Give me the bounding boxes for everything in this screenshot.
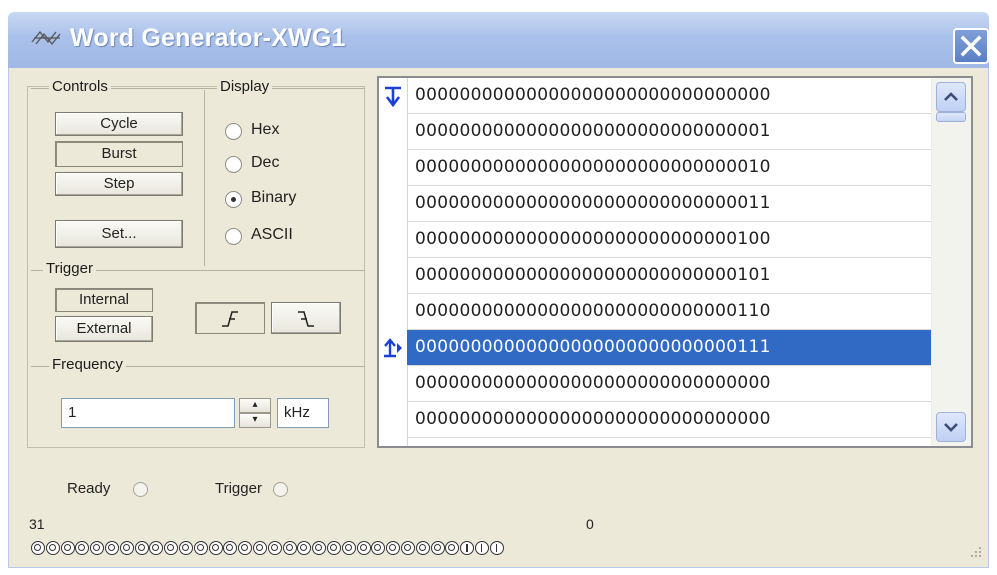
trigger-indicator [273, 482, 288, 497]
step-button[interactable]: Step [55, 172, 183, 196]
word-row-0[interactable]: 00000000000000000000000000000000 [407, 78, 931, 114]
display-legend: Display [217, 78, 273, 95]
close-button[interactable] [953, 28, 989, 64]
controls-legend: Controls [49, 78, 111, 95]
word-row-1[interactable]: 00000000000000000000000000000001 [407, 114, 931, 150]
rising-edge-button[interactable] [195, 302, 265, 334]
spin-down-arrow-icon[interactable]: ▾ [239, 413, 271, 428]
scroll-up-button[interactable] [936, 82, 966, 112]
hex-radio[interactable] [225, 123, 242, 140]
bit-0-label: 0 [586, 516, 594, 532]
internal-trigger-button[interactable]: Internal [55, 288, 153, 312]
window-client: Controls Cycle Burst Step Set... Display… [8, 68, 989, 568]
trigger-legend: Trigger [43, 260, 96, 277]
bit-indicator-2 [460, 541, 475, 555]
set-button[interactable]: Set... [55, 220, 183, 248]
scroll-down-arrow-icon [944, 423, 958, 432]
frequency-input[interactable]: 1 [61, 398, 235, 428]
final-position-marker-icon [384, 338, 402, 358]
binary-label: Binary [251, 189, 297, 206]
word-row-9[interactable]: 00000000000000000000000000000000 [407, 402, 931, 438]
scroll-thumb[interactable] [936, 112, 966, 122]
ready-label: Ready [67, 480, 111, 497]
bit-indicator-7 [386, 541, 401, 555]
bit-indicator-31 [31, 541, 45, 555]
frequency-spinner[interactable]: ▴ ▾ [239, 398, 271, 428]
dec-radio[interactable] [225, 156, 242, 173]
falling-edge-icon [298, 311, 314, 327]
burst-button[interactable]: Burst [55, 141, 183, 167]
word-row-2[interactable]: 00000000000000000000000000000010 [407, 150, 931, 186]
bit-indicator-17 [238, 541, 253, 555]
frequency-legend: Frequency [49, 356, 126, 373]
bit-indicator-29 [60, 541, 75, 555]
binary-radio[interactable] [225, 191, 242, 208]
bit-indicator-19 [208, 541, 223, 555]
bit-indicator-21 [178, 541, 193, 555]
ascii-label: ASCII [251, 226, 293, 243]
bit-indicator-26 [104, 541, 119, 555]
bit-indicator-25 [119, 541, 134, 555]
word-row-3[interactable]: 00000000000000000000000000000011 [407, 186, 931, 222]
bit-indicator-30 [45, 541, 60, 555]
word-row-6[interactable]: 00000000000000000000000000000110 [407, 294, 931, 330]
bit-indicator-16 [252, 541, 267, 555]
word-generator-window: Word Generator-XWG1 Controls Cycle Burst… [0, 0, 997, 575]
ready-indicator [133, 482, 148, 497]
dec-label: Dec [251, 154, 280, 171]
bit-indicators [31, 541, 505, 557]
bit-indicator-1 [474, 541, 489, 555]
word-row-4[interactable]: 00000000000000000000000000000100 [407, 222, 931, 258]
cycle-button[interactable]: Cycle [55, 112, 183, 136]
scroll-down-button[interactable] [936, 412, 966, 442]
vertical-scrollbar[interactable] [931, 78, 971, 446]
word-list[interactable]: 00000000000000000000000000000000 0000000… [377, 76, 973, 448]
close-icon [960, 35, 982, 57]
frequency-unit[interactable]: kHz [277, 398, 329, 428]
trigger-status-label: Trigger [215, 480, 262, 497]
bit-indicator-8 [371, 541, 386, 555]
hex-label: Hex [251, 121, 280, 138]
ascii-radio[interactable] [225, 228, 242, 245]
bit-indicator-20 [193, 541, 208, 555]
bit-indicator-14 [282, 541, 297, 555]
bit-indicator-22 [164, 541, 179, 555]
bit-indicator-27 [90, 541, 105, 555]
list-gutter [379, 78, 408, 446]
external-trigger-button[interactable]: External [55, 316, 153, 342]
bit-indicator-24 [134, 541, 149, 555]
bit-indicator-15 [267, 541, 282, 555]
scroll-up-arrow-icon [944, 92, 958, 101]
bit-indicator-3 [445, 541, 460, 555]
rising-edge-icon [222, 311, 238, 327]
window-title: Word Generator-XWG1 [70, 24, 346, 52]
bit-indicator-23 [149, 541, 164, 555]
initial-position-marker-icon [385, 86, 401, 107]
bit-indicator-28 [75, 541, 90, 555]
bit-31-label: 31 [29, 516, 45, 532]
bit-indicator-13 [297, 541, 312, 555]
bit-indicator-18 [223, 541, 238, 555]
word-row-7-selected[interactable]: 00000000000000000000000000000111 [407, 330, 931, 366]
spin-up-arrow-icon[interactable]: ▴ [239, 398, 271, 413]
bit-indicator-0 [489, 541, 504, 555]
bit-indicator-6 [400, 541, 415, 555]
word-generator-icon [31, 30, 61, 46]
bit-indicator-5 [415, 541, 430, 555]
resize-grip-icon[interactable] [970, 546, 982, 558]
bit-indicator-11 [326, 541, 341, 555]
title-bar[interactable]: Word Generator-XWG1 [8, 12, 989, 68]
bit-indicator-12 [312, 541, 327, 555]
falling-edge-button[interactable] [271, 302, 341, 334]
word-row-8[interactable]: 00000000000000000000000000000000 [407, 366, 931, 402]
bit-indicator-9 [356, 541, 371, 555]
word-row-5[interactable]: 00000000000000000000000000000101 [407, 258, 931, 294]
bit-indicator-4 [430, 541, 445, 555]
bit-indicator-10 [341, 541, 356, 555]
